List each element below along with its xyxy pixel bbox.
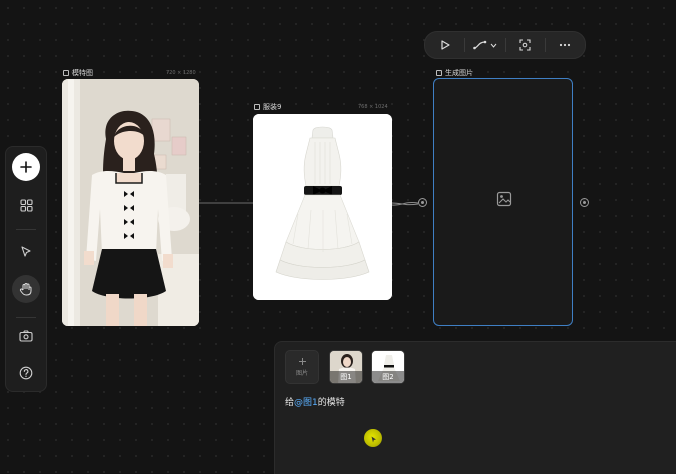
prompt-prefix: 给 (285, 398, 295, 408)
camera-button[interactable] (12, 322, 40, 350)
more-icon (560, 43, 571, 47)
add-node-button[interactable] (12, 153, 40, 181)
image-node-icon (63, 70, 69, 76)
image-node-icon (254, 104, 260, 110)
cursor-indicator (364, 429, 382, 447)
reference-thumb-2[interactable]: 图2 (371, 350, 405, 384)
model-image-node[interactable] (62, 79, 199, 326)
prompt-input[interactable]: 给@图1的模特 (285, 395, 345, 408)
select-tool-button[interactable] (12, 238, 40, 266)
grid-icon (19, 198, 33, 212)
toolbar-divider (16, 317, 36, 318)
dress-node-label: 服装9 (254, 102, 281, 112)
dress-node-dims: 768 × 1024 (358, 104, 388, 110)
add-image-button[interactable]: 图片 (285, 350, 319, 384)
more-button[interactable] (546, 32, 585, 58)
output-node-output-port[interactable] (580, 198, 589, 207)
chevron-down-icon (490, 43, 497, 48)
help-button[interactable] (12, 359, 40, 387)
output-node-title: 生成图片 (445, 69, 473, 77)
node-toolbar (424, 31, 586, 59)
grid-button[interactable] (12, 191, 40, 219)
dress-image-node[interactable] (253, 114, 392, 300)
toolbar-divider (16, 229, 36, 230)
model-node-title: 模特图 (72, 69, 93, 77)
prompt-mention[interactable]: @图1 (294, 398, 318, 408)
thumb-2-label: 图2 (372, 371, 404, 383)
help-icon (19, 366, 33, 380)
image-node-icon (436, 70, 442, 76)
add-icon (298, 358, 306, 365)
image-placeholder-icon (496, 191, 512, 207)
camera-icon (19, 330, 33, 342)
focus-icon (519, 39, 531, 51)
output-node-input-port[interactable] (418, 198, 427, 207)
thumb-1-label: 图1 (330, 371, 362, 383)
curve-icon (473, 40, 487, 50)
hand-icon (19, 283, 32, 296)
add-image-label: 图片 (295, 370, 308, 377)
hand-tool-button[interactable] (12, 275, 40, 303)
left-toolbar (5, 146, 47, 392)
model-photo (62, 79, 199, 326)
pointer-icon (21, 246, 31, 257)
reference-thumb-1[interactable]: 图1 (329, 350, 363, 384)
focus-button[interactable] (506, 32, 545, 58)
output-node-label: 生成图片 (436, 68, 473, 78)
edge-style-button[interactable] (465, 32, 504, 58)
prompt-suffix: 的模特 (317, 398, 345, 408)
play-icon (441, 40, 450, 50)
run-button[interactable] (425, 32, 464, 58)
dress-node-title: 服装9 (263, 103, 282, 111)
output-image-node[interactable] (433, 78, 573, 326)
model-node-dims: 720 × 1280 (166, 70, 196, 76)
add-icon (20, 161, 32, 173)
prompt-panel: 图片 图1 图2 给@图1的模特 (274, 341, 676, 474)
dress-photo (253, 114, 392, 300)
pointer-icon (371, 436, 376, 443)
model-node-label: 模特图 (63, 68, 93, 78)
